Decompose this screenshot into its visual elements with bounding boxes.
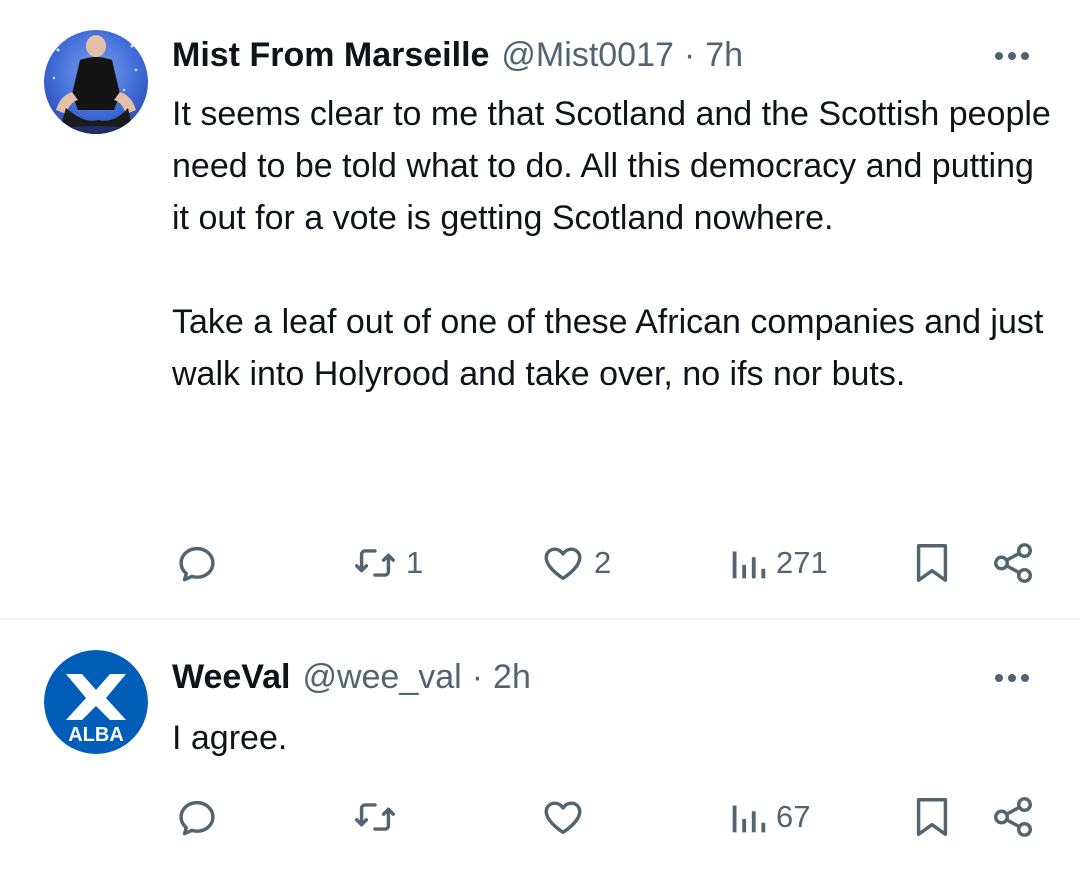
like-icon [544, 801, 582, 835]
share-button[interactable] [990, 538, 1036, 588]
tweet[interactable]: ALBA WeeVal @wee_val · 2h I agree. 67 [0, 620, 1080, 874]
more-options-button[interactable] [992, 658, 1032, 698]
repost-icon [355, 549, 395, 577]
user-handle[interactable]: @wee_val [302, 658, 461, 697]
repost-button[interactable] [352, 792, 406, 842]
separator-dot: · [471, 657, 484, 696]
tweet-paragraph: It seems clear to me that Scotland and t… [172, 95, 1051, 237]
display-name[interactable]: WeeVal [172, 658, 290, 697]
share-button[interactable] [990, 792, 1036, 842]
timestamp[interactable]: 7h [705, 36, 743, 75]
reply-icon [179, 800, 215, 836]
repost-button[interactable]: 1 [352, 538, 423, 588]
bookmark-icon [916, 544, 948, 582]
avatar[interactable]: ALBA [44, 650, 148, 754]
tweet-paragraph: Take a leaf out of one of these African … [172, 303, 1044, 393]
views-icon [732, 805, 766, 833]
bookmark-button[interactable] [912, 538, 952, 588]
timestamp[interactable]: 2h [493, 658, 531, 697]
share-icon [994, 543, 1032, 583]
repost-count: 1 [406, 545, 424, 580]
action-bar: 67 [0, 792, 1080, 842]
avatar[interactable] [44, 30, 148, 134]
views-icon [732, 551, 766, 579]
display-name[interactable]: Mist From Marseille [172, 36, 489, 75]
tweet-header: WeeVal @wee_val · 2h [172, 652, 960, 702]
bookmark-button[interactable] [912, 792, 952, 842]
bookmark-icon [916, 798, 948, 836]
views-button[interactable]: 67 [728, 792, 810, 842]
tweet[interactable]: Mist From Marseille @Mist0017 · 7h It se… [0, 0, 1080, 620]
view-count: 67 [776, 799, 811, 834]
tweet-text: I agree. [172, 712, 1052, 764]
like-icon [544, 547, 582, 581]
reply-button[interactable] [174, 538, 220, 588]
separator-dot: · [683, 35, 696, 74]
tweet-paragraph: I agree. [172, 719, 288, 757]
user-handle[interactable]: @Mist0017 [501, 36, 673, 75]
tweet-text: It seems clear to me that Scotland and t… [172, 88, 1052, 400]
alba-logo: ALBA [44, 650, 148, 754]
tweet-header: Mist From Marseille @Mist0017 · 7h [172, 30, 960, 80]
avatar-photo [44, 30, 148, 134]
more-options-button[interactable] [992, 36, 1032, 76]
repost-icon [355, 803, 395, 831]
like-button[interactable] [540, 792, 594, 842]
more-icon [995, 674, 1029, 682]
view-count: 271 [776, 545, 828, 580]
more-icon [995, 52, 1029, 60]
share-icon [994, 797, 1032, 837]
like-count: 2 [594, 545, 612, 580]
reply-icon [179, 546, 215, 582]
action-bar: 1 2 271 [0, 538, 1080, 588]
like-button[interactable]: 2 [540, 538, 611, 588]
alba-logo-text: ALBA [68, 724, 124, 746]
reply-button[interactable] [174, 792, 220, 842]
views-button[interactable]: 271 [728, 538, 828, 588]
